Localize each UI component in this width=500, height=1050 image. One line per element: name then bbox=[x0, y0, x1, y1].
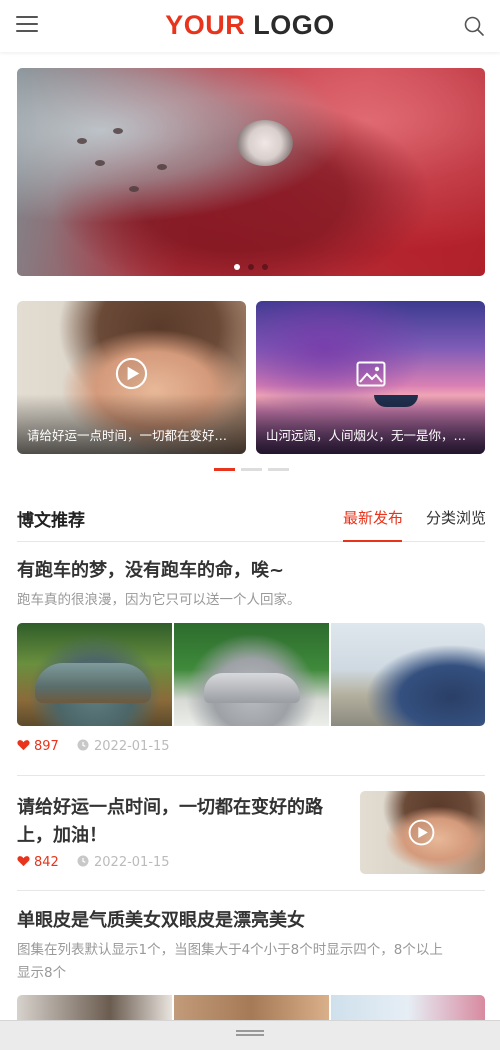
tab-category[interactable]: 分类浏览 bbox=[426, 507, 486, 528]
post-excerpt-line2: 显示8个 bbox=[17, 965, 67, 981]
likes-value: 897 bbox=[34, 739, 59, 754]
heart-icon bbox=[17, 740, 30, 751]
feature-card-caption: 山河远阔，人间烟火，无一是你，无一不是你 bbox=[266, 428, 475, 443]
hero-leaf bbox=[77, 138, 87, 144]
pager-bar-3[interactable] bbox=[268, 468, 289, 471]
post-date: 2022-01-15 bbox=[77, 855, 170, 870]
clock-icon bbox=[77, 739, 89, 751]
post-title[interactable]: 有跑车的梦，没有跑车的命，唉~ bbox=[17, 556, 284, 586]
card-caption-shade bbox=[256, 394, 485, 454]
post-video-thumbnail[interactable] bbox=[360, 791, 485, 874]
carousel-dot-1[interactable] bbox=[234, 264, 240, 270]
post-image-1[interactable] bbox=[17, 623, 172, 726]
post-divider bbox=[17, 775, 485, 776]
date-value: 2022-01-15 bbox=[94, 739, 170, 754]
hero-leaf bbox=[113, 128, 123, 134]
drag-handle-icon bbox=[236, 1030, 264, 1032]
hero-leaf bbox=[95, 160, 105, 166]
likes-count[interactable]: 897 bbox=[17, 739, 59, 754]
likes-value: 842 bbox=[34, 855, 59, 870]
hero-rose-image bbox=[237, 120, 293, 166]
site-logo[interactable]: YOUR LOGO bbox=[0, 10, 500, 41]
clock-icon bbox=[77, 855, 89, 867]
card-caption-shade bbox=[17, 394, 246, 454]
post-image-2[interactable] bbox=[174, 623, 329, 726]
date-value: 2022-01-15 bbox=[94, 855, 170, 870]
post-excerpt: 跑车真的很浪漫，因为它只可以送一个人回家。 bbox=[17, 592, 301, 608]
post-excerpt: 图集在列表默认显示1个，当图集大于4个小于8个时显示四个，8个以上 bbox=[17, 942, 443, 958]
tab-latest[interactable]: 最新发布 bbox=[343, 507, 403, 528]
post-title-line2[interactable]: 上，加油！ bbox=[17, 821, 107, 851]
rusty-car-shape bbox=[35, 663, 151, 703]
carousel-dot-2[interactable] bbox=[248, 264, 254, 270]
active-tab-indicator bbox=[343, 540, 402, 542]
post-title[interactable]: 请给好运一点时间，一切都在变好的路 bbox=[17, 793, 323, 823]
post-divider bbox=[17, 890, 485, 891]
hero-leaf bbox=[157, 164, 167, 170]
heart-icon bbox=[17, 856, 30, 867]
pager-bar-1[interactable] bbox=[214, 468, 235, 471]
feature-card-caption: 请给好运一点时间，一切都在变好的路上，加油！ bbox=[27, 428, 236, 443]
hero-leaf bbox=[129, 186, 139, 192]
play-icon bbox=[408, 819, 435, 846]
hero-carousel-dots bbox=[17, 264, 485, 270]
post-date: 2022-01-15 bbox=[77, 739, 170, 754]
section-title: 博文推荐 bbox=[17, 511, 85, 531]
pager-bar-2[interactable] bbox=[241, 468, 262, 471]
logo-text-your: YOUR bbox=[165, 10, 246, 40]
top-header: YOUR LOGO bbox=[0, 0, 500, 52]
search-icon[interactable] bbox=[462, 14, 486, 38]
feature-card-video[interactable]: 请给好运一点时间，一切都在变好的路上，加油！ bbox=[17, 301, 246, 454]
play-icon bbox=[115, 357, 148, 390]
feature-card-gallery[interactable]: 山河远阔，人间烟火，无一是你，无一不是你 bbox=[256, 301, 485, 454]
sports-car-shape bbox=[204, 673, 300, 703]
section-divider bbox=[17, 541, 485, 542]
post-image-3[interactable] bbox=[331, 623, 485, 726]
page: YOUR LOGO 请给好运一点时间，一切都在变好的路上，加油！ bbox=[0, 0, 500, 1050]
post-title[interactable]: 单眼皮是气质美女双眼皮是漂亮美女 bbox=[17, 906, 305, 936]
logo-text-logo: LOGO bbox=[253, 10, 335, 40]
feature-pager bbox=[214, 468, 294, 471]
bottom-drawer-handle[interactable] bbox=[0, 1020, 500, 1050]
hero-banner[interactable] bbox=[17, 68, 485, 276]
carousel-dot-3[interactable] bbox=[262, 264, 268, 270]
likes-count[interactable]: 842 bbox=[17, 855, 59, 870]
image-icon bbox=[356, 361, 386, 387]
